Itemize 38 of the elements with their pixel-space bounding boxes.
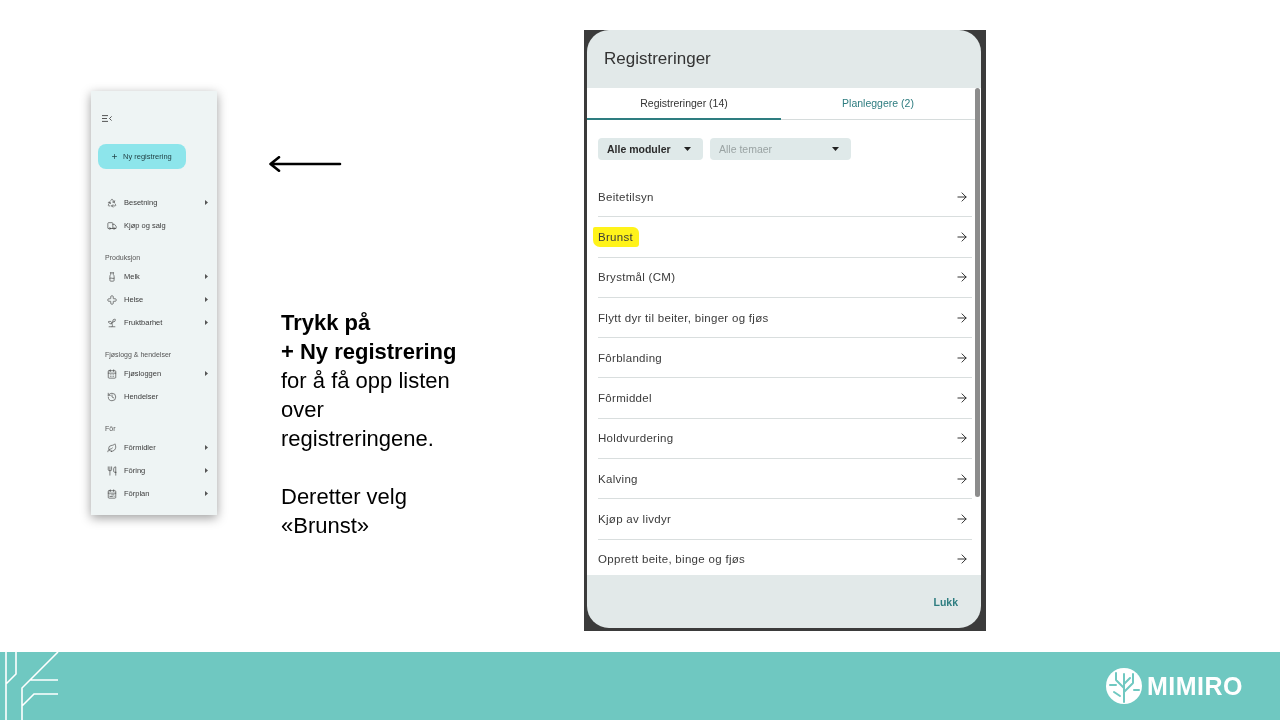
- list-item[interactable]: Beitetilsyn: [598, 177, 972, 218]
- instruction-text: Deretter velg «Brunst»: [281, 483, 408, 540]
- sprout-icon: [107, 317, 117, 328]
- scrollbar[interactable]: [975, 88, 980, 497]
- truck-icon: [107, 220, 117, 231]
- history-icon: [107, 391, 117, 402]
- collapse-menu-icon[interactable]: [102, 115, 112, 122]
- close-button[interactable]: Lukk: [933, 593, 958, 610]
- list-item[interactable]: Brystmål (CM): [598, 257, 972, 298]
- caret-down-icon: [684, 147, 691, 151]
- list-item[interactable]: Holdvurdering: [598, 418, 972, 460]
- left-arrow-icon: [268, 156, 342, 172]
- calendar-icon: [107, 488, 117, 499]
- tab[interactable]: Planleggere (2): [781, 88, 975, 120]
- milk-bottle-icon: [107, 271, 117, 282]
- list-item[interactable]: Fôrmiddel: [598, 378, 972, 419]
- caret-down-icon: [832, 147, 839, 151]
- arrow-right-icon: [955, 189, 969, 204]
- brand-name: MIMIRO: [1146, 671, 1243, 701]
- plus-icon: [111, 153, 118, 160]
- utensils-icon: [107, 465, 117, 476]
- arrow-right-icon: [955, 471, 969, 486]
- list-item[interactable]: Flytt dyr til beiter, binger og fjøs: [598, 297, 972, 339]
- tree-logo-icon: [1105, 668, 1142, 704]
- instruction-text: Trykk på + Ny registrering for å få opp listen over registreringene.: [281, 309, 458, 453]
- calendar-icon: [107, 368, 117, 379]
- list-item[interactable]: Kalving: [598, 459, 972, 500]
- tab[interactable]: Registreringer (14): [587, 88, 781, 120]
- list-item[interactable]: Opprett beite, binge og fjøs: [598, 539, 972, 575]
- list-item[interactable]: Fôrblanding: [598, 338, 972, 379]
- cross-icon: [107, 294, 117, 305]
- list-item[interactable]: Kjøp av livdyr: [598, 499, 972, 540]
- list-item[interactable]: Brunst: [598, 217, 972, 258]
- recycle-icon: [107, 197, 117, 208]
- leaf-icon: [107, 442, 117, 453]
- arrow-right-icon: [955, 310, 969, 325]
- dialog-title: Registreringer: [604, 49, 711, 69]
- filter-dropdown[interactable]: Alle moduler: [598, 138, 703, 160]
